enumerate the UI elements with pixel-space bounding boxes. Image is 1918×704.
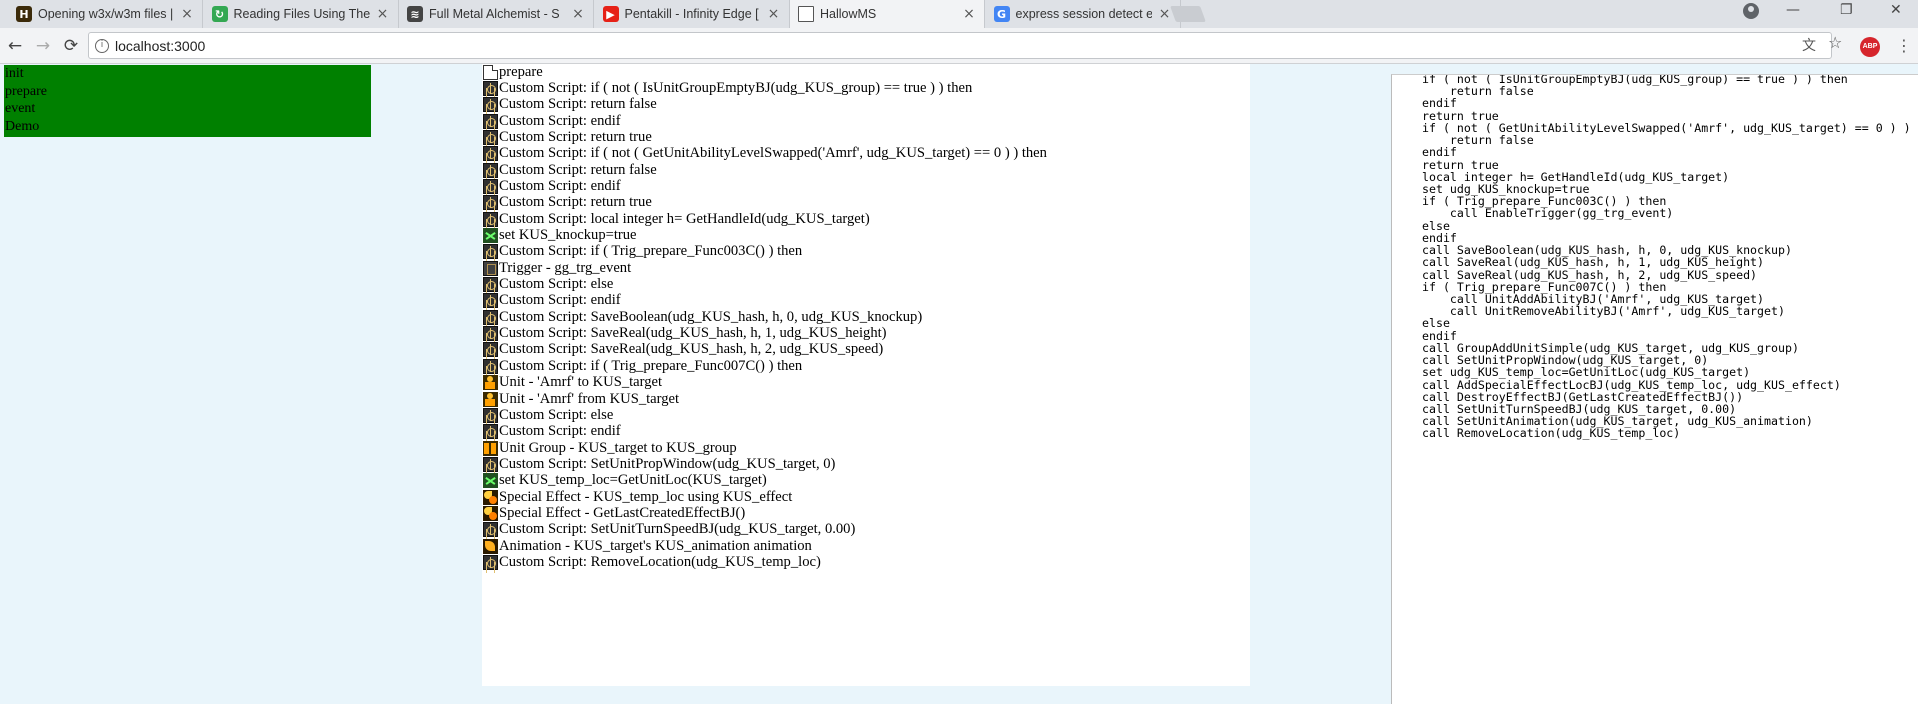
custom-script-icon [483,178,498,194]
unit-icon [483,375,498,391]
special-effect-icon [483,505,498,521]
unit-icon [483,391,498,407]
trigger-menu: init prepare event Demo [4,65,371,137]
hive-icon: H [16,6,32,22]
reload-button[interactable]: ⟳ [60,35,82,57]
custom-script-icon [483,244,498,260]
code-line: call UnitRemoveAbilityBJ('Amrf', udg_KUS… [1422,304,1785,319]
adblock-extension-icon[interactable]: ABP [1860,37,1880,57]
trigger-item-init[interactable]: init [4,65,371,83]
tab-title: Opening w3x/w3m files | [38,7,174,21]
tab-title: Reading Files Using The I [233,7,370,21]
trigger-item-event[interactable]: event [4,100,371,118]
custom-script-icon [483,358,498,374]
browser-tab[interactable]: ▶ Pentakill - Infinity Edge [ × [594,0,790,28]
browser-tab[interactable]: Gexpress session detect er × [985,0,1181,28]
custom-script-icon [483,80,498,96]
action-text: Custom Script: RemoveLocation(udg_KUS_te… [499,554,821,570]
address-url[interactable]: localhost:3000 [115,38,205,54]
custom-script-icon [483,555,498,570]
browser-toolbar: ← → ⟳ i localhost:3000 [0,28,1918,64]
tab-title: HallowMS [820,7,877,21]
custom-script-icon [483,342,498,358]
jass-code-panel: if ( not ( IsUnitGroupEmptyBJ(udg_KUS_gr… [1391,74,1918,704]
set-variable-icon [483,473,498,489]
custom-script-icon [483,522,498,538]
custom-script-icon [483,293,498,309]
tab-title: express session detect er [1015,7,1152,21]
trigger-icon [483,260,498,276]
browser-tab[interactable]: H Opening w3x/w3m files | × [8,0,203,28]
youtube-icon: ▶ [602,6,619,22]
custom-script-icon [483,129,498,145]
back-button[interactable]: ← [4,35,26,57]
code-line: call EnableTrigger(gg_trg_event) [1422,206,1674,221]
trigger-item-demo[interactable]: Demo [4,118,371,136]
custom-script-icon [483,211,498,227]
tab-title: Pentakill - Infinity Edge [ [624,7,759,21]
browser-tab[interactable]: ≋ Full Metal Alchemist - S × [399,0,594,28]
refresh-green-icon: ↻ [211,6,228,22]
tab-close-icon[interactable]: × [376,6,390,22]
browser-tab[interactable]: HallowMS × [790,0,985,28]
action-row[interactable]: Custom Script: RemoveLocation(udg_KUS_te… [483,553,821,573]
animation-icon [483,538,498,554]
custom-script-icon [483,113,498,129]
tab-strip: H Opening w3x/w3m files | × ↻ Reading Files … [0,0,1918,28]
custom-script-icon [483,195,498,211]
trigger-actions-panel: prepare Custom Script: if ( not ( IsUnitG… [482,64,1250,686]
custom-script-icon [483,456,498,472]
custom-script-icon [483,146,498,162]
tab-close-icon[interactable]: × [767,6,781,22]
code-line: call RemoveLocation(udg_KUS_temp_loc) [1422,426,1681,441]
trigger-item-prepare[interactable]: prepare [4,83,371,101]
unit-group-icon [483,440,498,456]
document-icon [798,6,814,22]
window-close-icon[interactable]: ✕ [1890,2,1902,18]
custom-script-icon [483,309,498,325]
minimize-icon[interactable]: — [1786,2,1800,18]
forward-button[interactable]: → [32,35,54,57]
translate-icon[interactable]: 文 [1802,35,1816,55]
custom-script-icon [483,162,498,178]
tab-close-icon[interactable]: × [962,6,976,22]
custom-script-icon [483,326,498,342]
custom-script-icon [483,277,498,293]
trigger-page-icon [483,64,498,80]
address-bar[interactable]: i localhost:3000 [88,32,1832,59]
profile-icon[interactable] [1743,3,1759,19]
restore-icon[interactable]: ❐ [1840,2,1853,18]
tab-close-icon[interactable]: × [180,6,194,22]
browser-menu-icon[interactable]: ⋮ [1896,36,1912,55]
new-tab-button[interactable] [1170,6,1206,22]
tab-title: Full Metal Alchemist - S [429,7,560,21]
custom-script-icon [483,97,498,113]
tab-close-icon[interactable]: × [1158,6,1172,22]
browser-tab[interactable]: ↻ Reading Files Using The I × [203,0,399,28]
google-icon: G [993,6,1010,22]
custom-script-icon [483,424,498,440]
stack-icon: ≋ [407,6,423,22]
info-icon[interactable]: i [95,38,109,53]
set-variable-icon [483,228,498,243]
page-viewport: init prepare event Demo prepare Custom Sc… [0,64,1918,704]
special-effect-icon [483,489,498,505]
bookmark-star-icon[interactable]: ☆ [1828,33,1842,52]
tab-close-icon[interactable]: × [571,6,585,22]
custom-script-icon [483,407,498,423]
